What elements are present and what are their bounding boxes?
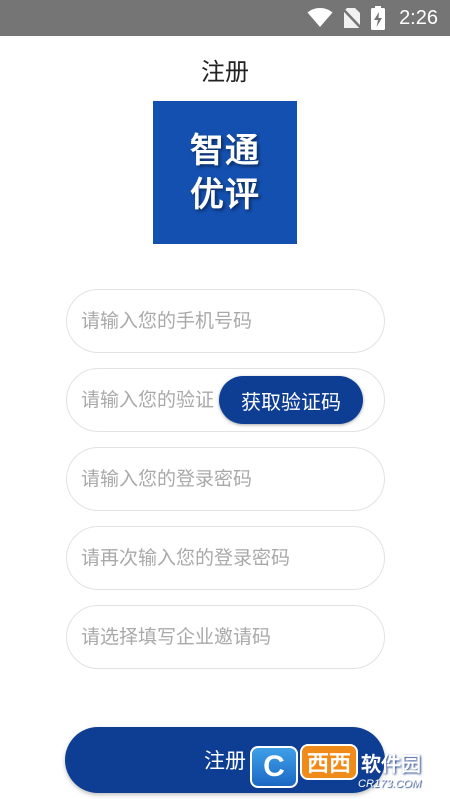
- app-logo: 智通 优评: [153, 101, 297, 244]
- confirm-password-field: [66, 526, 385, 590]
- watermark-url: CR173.COM: [358, 778, 422, 790]
- battery-charging-icon: [371, 6, 386, 30]
- phone-input[interactable]: [67, 290, 384, 352]
- phone-field: [66, 289, 385, 353]
- logo-line-1: 智通: [190, 130, 260, 171]
- watermark: C 西西 软件园 CR173.COM: [250, 744, 450, 790]
- status-time: 2:26: [399, 6, 438, 29]
- password-input[interactable]: [67, 448, 384, 510]
- watermark-badge: C: [250, 746, 298, 788]
- invite-code-input[interactable]: [67, 606, 384, 668]
- wifi-icon: [307, 8, 333, 27]
- status-bar: 2:26: [0, 0, 450, 36]
- watermark-site: 软件园: [361, 751, 422, 776]
- password-field: [66, 447, 385, 511]
- logo-line-2: 优评: [190, 174, 260, 215]
- page-title: 注册: [201, 58, 249, 86]
- watermark-xixi: 西西: [300, 744, 359, 780]
- no-sim-icon: [343, 8, 362, 29]
- get-code-button[interactable]: 获取验证码: [219, 376, 363, 424]
- confirm-password-input[interactable]: [67, 527, 384, 589]
- invite-code-field: [66, 605, 385, 669]
- watermark-text: 西西 软件园 CR173.COM: [300, 744, 421, 790]
